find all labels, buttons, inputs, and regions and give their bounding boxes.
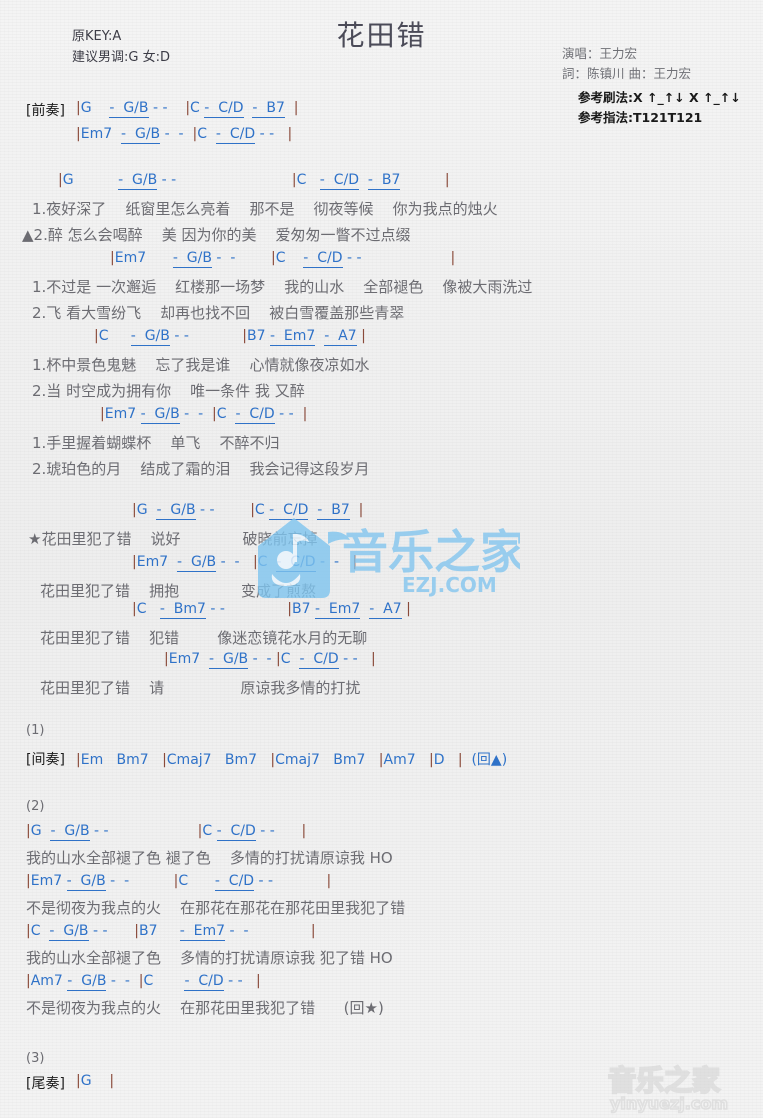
section2-lyric-line-1: 我的山水全部褪了色 褪了色 多情的打扰请原谅我 HO	[26, 849, 393, 867]
chorus-lyric-line-3: 花田里犯了错 犯错 像迷恋镜花水月的无聊	[40, 629, 368, 647]
interlude-chord-line: |Em Bm7 |Cmaj7 Bm7 |Cmaj7 Bm7 |Am7 |D | …	[76, 752, 508, 768]
chorus-lyric-line-4: 花田里犯了错 请 原谅我多情的打扰	[40, 679, 361, 697]
section2-chord-line-3: |C - G/B - - |B7 - Em7 - - |	[26, 923, 316, 941]
verse-lyric-line-4a: 1.手里握着蝴蝶杯 单飞 不醉不归	[32, 434, 280, 452]
paragraph-number-1: (1)	[26, 723, 45, 738]
section2-chord-line-1: |G - G/B - - |C - C/D - - |	[26, 823, 307, 841]
verse-lyric-line-3a: 1.杯中景色鬼魅 忘了我是谁 心情就像夜凉如水	[32, 356, 370, 374]
verse-lyric-line-2a: 1.不过是 一次邂逅 红楼那一场梦 我的山水 全部褪色 像被大雨洗过	[32, 278, 533, 296]
chorus-chord-line-2: |Em7 - G/B - - |C - C/D - - |	[132, 554, 358, 572]
original-key: 原KEY:A	[72, 29, 122, 44]
outro-label: [尾奏]	[26, 1076, 65, 1092]
strum-pattern-line: 参考刷法:X ↑_↑↓ X ↑_↑↓	[578, 88, 741, 108]
outro-chord-line: |G |	[76, 1073, 115, 1089]
fingering-value: T121T121	[633, 110, 703, 125]
writer-composer-line: 詞：陈镇川 曲：王力宏	[562, 66, 691, 81]
verse-chord-line-4: |Em7 - G/B - - |C - C/D - - |	[100, 406, 308, 424]
watermark-bottom-domain: yinyuezj.com	[610, 1094, 728, 1113]
section2-lyric-line-2: 不是彻夜为我点的火 在那花在那花在那花田里我犯了错	[26, 899, 406, 917]
strum-label: 参考刷法:	[578, 90, 633, 105]
key-info: 原KEY:A 建议男调:G 女:D	[72, 26, 170, 68]
verse-lyric-line-2b: 2.飞 看大雪纷飞 却再也找不回 被白雪覆盖那些青翠	[32, 304, 405, 322]
fingering-label: 参考指法:	[578, 110, 633, 125]
paragraph-number-3: (3)	[26, 1051, 45, 1066]
watermark-center-text: 音乐之家	[342, 525, 520, 579]
verse-chord-line-3: |C - G/B - - |B7 - Em7 - A7 |	[94, 328, 366, 346]
verse-chord-line-1: |G - G/B - - |C - C/D - B7 |	[58, 172, 450, 190]
verse-lyric-line-1b: ▲2.醉 怎么会喝醉 美 因为你的美 爱匆匆一瞥不过点缀	[22, 226, 411, 244]
intro-chord-line-1: |G - G/B - - |C - C/D - B7 |	[76, 100, 299, 118]
suggested-key: 建议男调:G 女:D	[72, 50, 170, 65]
chorus-chord-line-1: |G - G/B - - |C - C/D - B7 |	[132, 502, 364, 520]
bottom-watermark: 音乐之家 yinyuezj.com	[604, 1062, 756, 1114]
strum-value: X ↑_↑↓ X ↑_↑↓	[633, 90, 741, 105]
chorus-chord-line-3: |C - Bm7 - - |B7 - Em7 - A7 |	[132, 601, 411, 619]
verse-chord-line-2: |Em7 - G/B - - |C - C/D - - |	[110, 250, 456, 268]
section2-lyric-line-3: 我的山水全部褪了色 多情的打扰请原谅我 犯了错 HO	[26, 949, 393, 967]
watermark-center-domain: EZJ.COM	[402, 573, 497, 597]
credits-info: 演唱：王力宏 詞：陈镇川 曲：王力宏	[562, 44, 691, 84]
playing-info: 参考刷法:X ↑_↑↓ X ↑_↑↓ 参考指法:T121T121	[578, 88, 741, 128]
section2-chord-line-2: |Em7 - G/B - - |C - C/D - - |	[26, 873, 332, 891]
paragraph-number-2: (2)	[26, 799, 45, 814]
chord-sheet: 花田错 原KEY:A 建议男调:G 女:D 演唱：王力宏 詞：陈镇川 曲：王力宏…	[0, 0, 763, 1118]
verse-lyric-line-1a: 1.夜好深了 纸窗里怎么亮着 那不是 彻夜等候 你为我点的烛火	[32, 200, 498, 218]
watermark-bottom-text: 音乐之家	[608, 1064, 720, 1097]
interlude-label: [间奏]	[26, 752, 65, 768]
chorus-lyric-line-2: 花田里犯了错 拥抱 变成了煎熬	[40, 582, 317, 600]
intro-chord-line-2: |Em7 - G/B - - |C - C/D - - |	[76, 126, 293, 144]
section2-lyric-line-4: 不是彻夜为我点的火 在那花田里我犯了错 (回★)	[26, 999, 384, 1017]
chorus-lyric-line-1: ★花田里犯了错 说好 破晓前忘掉	[28, 530, 318, 548]
intro-label: [前奏]	[26, 103, 65, 119]
verse-lyric-line-4b: 2.琥珀色的月 结成了霜的泪 我会记得这段岁月	[32, 460, 370, 478]
verse-lyric-line-3b: 2.当 时空成为拥有你 唯一条件 我 又醉	[32, 382, 305, 400]
section2-chord-line-4: |Am7 - G/B - - |C - C/D - - |	[26, 973, 261, 991]
fingering-pattern-line: 参考指法:T121T121	[578, 108, 741, 128]
chorus-chord-line-4: |Em7 - G/B - - |C - C/D - - |	[164, 651, 376, 669]
singer-line: 演唱：王力宏	[562, 46, 638, 61]
